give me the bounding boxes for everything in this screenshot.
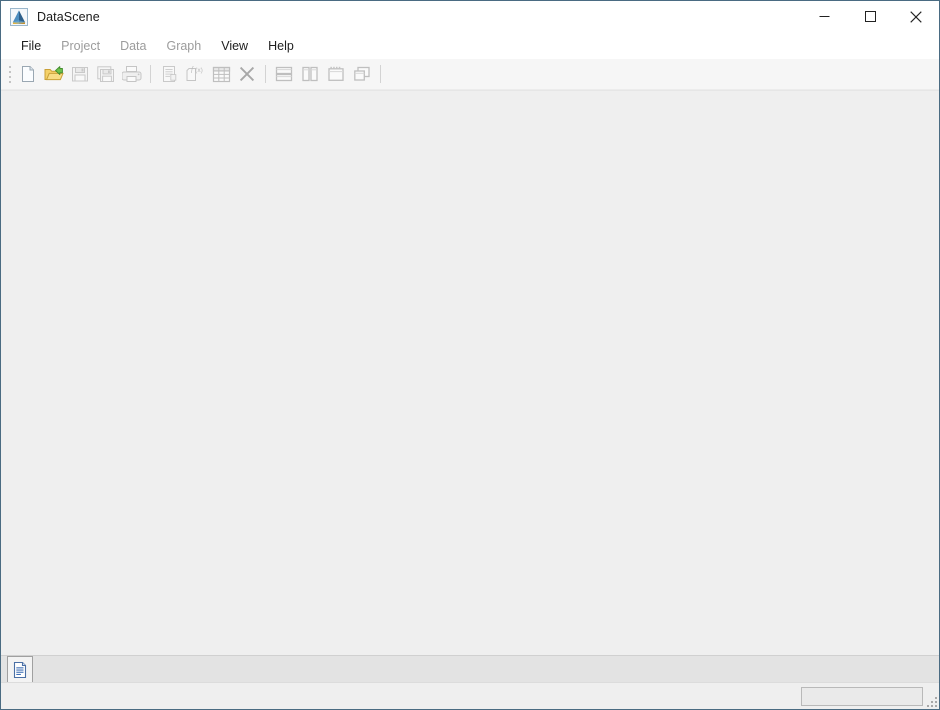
- window-controls: [801, 1, 939, 32]
- save-button[interactable]: [67, 61, 93, 87]
- tile-vertical-button[interactable]: [297, 61, 323, 87]
- save-all-icon: [97, 66, 114, 82]
- menu-item-project[interactable]: Project: [51, 33, 110, 59]
- close-x-icon: [239, 66, 255, 82]
- menu-item-file[interactable]: File: [11, 33, 51, 59]
- cascade-windows-icon: [328, 66, 344, 81]
- open-folder-icon: [44, 66, 64, 81]
- tile-vertical-icon: [302, 66, 318, 82]
- toolbar-separator-2: [265, 65, 266, 83]
- main-toolbar: f (x): [1, 59, 939, 90]
- print-button[interactable]: [119, 61, 145, 87]
- status-panel: [801, 686, 923, 706]
- arrange-windows-icon: [354, 66, 370, 81]
- toolbar-separator-3: [380, 65, 381, 83]
- maximize-button[interactable]: [847, 1, 893, 32]
- window-title: DataScene: [37, 9, 100, 24]
- close-window-button[interactable]: [234, 61, 260, 87]
- menu-item-data[interactable]: Data: [110, 33, 156, 59]
- maximize-icon: [864, 11, 876, 22]
- status-bar: [1, 682, 939, 709]
- tile-horizontal-icon: [275, 66, 293, 82]
- document-lines-icon: [13, 661, 27, 678]
- function-fx-icon: f (x): [186, 65, 203, 81]
- cascade-button[interactable]: [323, 61, 349, 87]
- menu-item-view[interactable]: View: [211, 33, 258, 59]
- close-button[interactable]: [893, 1, 939, 32]
- document-tab[interactable]: [7, 656, 33, 682]
- new-document-button[interactable]: [15, 61, 41, 87]
- datascene-logo-icon[interactable]: [10, 7, 28, 26]
- application-window: DataScene File Project Data Graph View H…: [0, 0, 940, 710]
- function-button[interactable]: f (x): [182, 61, 208, 87]
- report-document-icon: [163, 66, 177, 82]
- close-icon: [910, 10, 922, 23]
- mdi-workspace[interactable]: [1, 90, 939, 655]
- arrange-icons-button[interactable]: [349, 61, 375, 87]
- title-bar[interactable]: DataScene: [1, 1, 939, 33]
- minimize-icon: [819, 16, 829, 17]
- open-project-button[interactable]: [41, 61, 67, 87]
- svg-text:(x): (x): [195, 67, 203, 74]
- save-all-button[interactable]: [93, 61, 119, 87]
- tile-horizontal-button[interactable]: [271, 61, 297, 87]
- menu-item-help[interactable]: Help: [258, 33, 304, 59]
- data-table-button[interactable]: [208, 61, 234, 87]
- menu-item-graph[interactable]: Graph: [156, 33, 211, 59]
- toolbar-drag-grip[interactable]: [5, 63, 15, 85]
- menu-bar: File Project Data Graph View Help: [1, 33, 939, 59]
- document-tab-strip: [1, 655, 939, 682]
- printer-icon: [122, 66, 142, 82]
- resize-grip-icon[interactable]: [924, 694, 937, 707]
- toolbar-separator-1: [150, 65, 151, 83]
- minimize-button[interactable]: [801, 1, 847, 32]
- new-document-icon: [22, 66, 34, 82]
- new-report-button[interactable]: [156, 61, 182, 87]
- save-floppy-icon: [72, 67, 88, 82]
- data-grid-icon: [212, 66, 230, 82]
